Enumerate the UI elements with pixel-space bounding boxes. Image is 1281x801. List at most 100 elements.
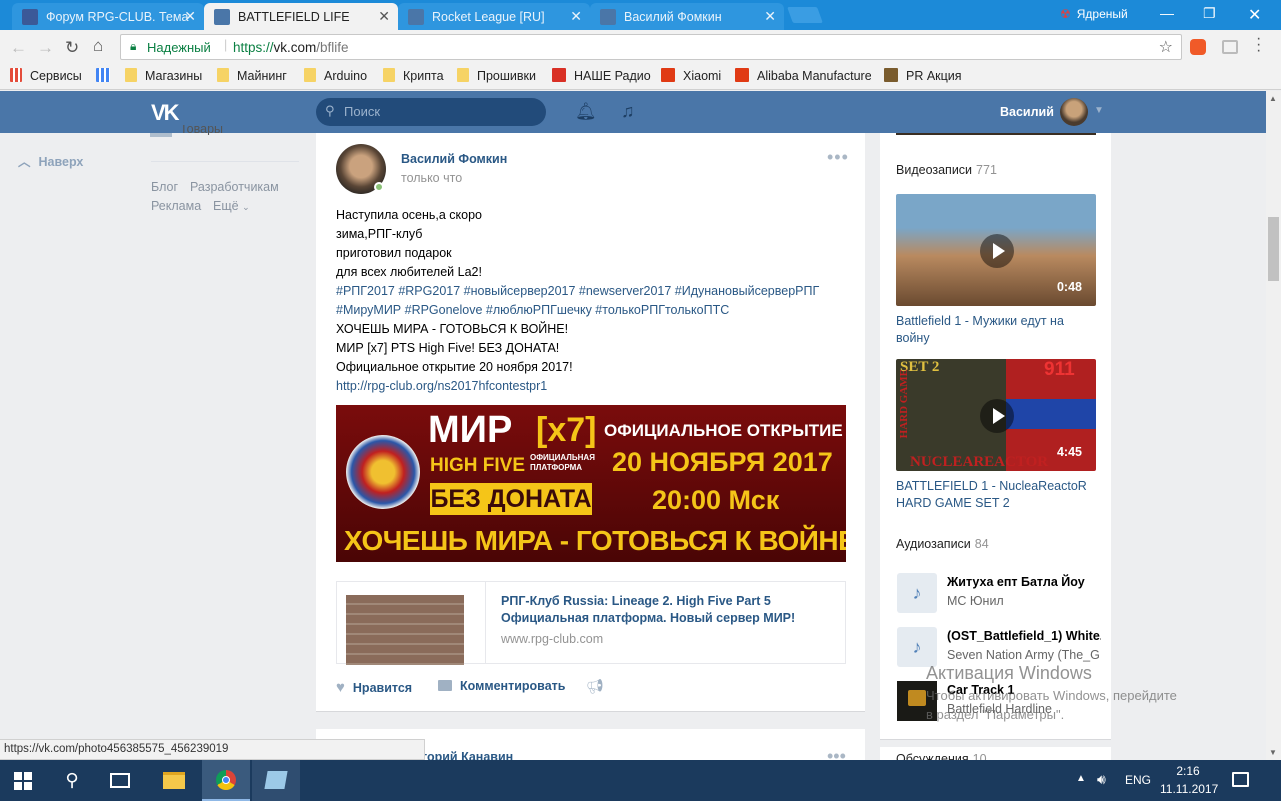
bookmark-nashe-radio[interactable]: НАШЕ Радио — [552, 68, 651, 83]
page-viewport: VK ⚲ Поиск 🔔︎ ♫ Василий ▼ Товары ︿ Наверх… — [0, 91, 1266, 760]
bookmark-arduino[interactable]: Arduino — [304, 68, 367, 83]
video-title[interactable]: BATTLEFIELD 1 - NucleaReactoR HARD GAME … — [896, 478, 1096, 512]
music-note-icon[interactable]: ♪ — [897, 573, 937, 613]
star-icon[interactable]: ☆ — [1159, 37, 1173, 57]
tab-title: BATTLEFIELD LIFE — [238, 10, 350, 24]
new-tab-button[interactable] — [787, 7, 823, 23]
tray-chevron-icon[interactable]: ▲ — [1076, 773, 1086, 784]
window-close-button[interactable]: ✕ — [1248, 5, 1261, 25]
scroll-thumb[interactable] — [1268, 217, 1279, 281]
volume-icon[interactable]: 🔊︎ — [1097, 771, 1106, 788]
music-note-icon[interactable]: ♪ — [897, 627, 937, 667]
banner-time: 20:00 Мск — [652, 485, 780, 515]
sidebar-item-goods-partial[interactable]: Товары — [180, 125, 223, 135]
tab-battlefield-life[interactable]: BATTLEFIELD LIFE ✕ — [204, 3, 398, 30]
address-bar[interactable]: 🔒︎ Надежный | https://vk.com/bflife ☆ — [120, 34, 1182, 60]
footer-link-devs[interactable]: Разработчикам — [190, 180, 279, 194]
chevron-down-icon: ⌄ — [242, 202, 250, 212]
videos-header[interactable]: Видеозаписи 771 — [896, 163, 997, 177]
brave-extension-icon[interactable] — [1190, 39, 1206, 55]
explorer-button[interactable] — [150, 760, 198, 801]
music-icon[interactable]: ♫ — [621, 101, 635, 122]
bookmark-services[interactable]: Сервисы — [10, 68, 82, 83]
tab-rpg-club[interactable]: Форум RPG-CLUB. Тема ✕ — [12, 3, 204, 30]
scroll-down-arrow-icon[interactable]: ▼ — [1269, 748, 1277, 757]
post-banner-image[interactable]: МИР [x7] HIGH FIVE ОФИЦИАЛЬНАЯ ПЛАТФОРМА… — [336, 405, 846, 562]
audio-header[interactable]: Аудиозаписи 84 — [896, 537, 989, 551]
home-button[interactable]: ⌂ — [93, 36, 103, 56]
video-thumbnail[interactable]: SET 2 911 HARD GAME NUCLEAREACTOR 4:45 — [896, 359, 1096, 471]
scroll-up-arrow-icon[interactable]: ▲ — [1269, 94, 1277, 103]
app-taskbar-button[interactable] — [252, 760, 300, 801]
track-artist[interactable]: MC Юнил — [947, 594, 1004, 608]
bookmark-firmware[interactable]: Прошивки — [457, 68, 536, 83]
bookmark-shops[interactable]: Магазины — [125, 68, 202, 83]
track-title[interactable]: (OST_Battlefield_1) White... — [947, 629, 1101, 643]
play-icon[interactable] — [980, 234, 1014, 268]
vk-logo-icon[interactable]: VK — [151, 100, 183, 125]
back-button[interactable]: ← — [10, 38, 27, 58]
video-title[interactable]: Battlefield 1 - Мужики едут на войну — [896, 313, 1096, 347]
more-label: Ещё — [213, 199, 239, 213]
chevron-down-icon[interactable]: ▼ — [1094, 105, 1104, 116]
footer-link-ads[interactable]: Реклама — [151, 199, 201, 213]
start-button[interactable] — [0, 760, 48, 801]
secure-label: Надежный — [147, 40, 211, 55]
avatar[interactable] — [1060, 98, 1088, 126]
reload-button[interactable]: ↻ — [65, 38, 79, 58]
forward-button[interactable]: → — [37, 38, 54, 58]
link-snippet[interactable]: РПГ-Клуб Russia: Lineage 2. High Five Pa… — [336, 581, 846, 665]
chrome-taskbar-button[interactable] — [202, 760, 250, 801]
clock[interactable]: 2:16 11.11.2017 — [1160, 764, 1218, 796]
post-hashtags[interactable]: #РПГ2017 #RPG2017 #новыйсервер2017 #news… — [336, 282, 856, 301]
maximize-button[interactable]: ❐ — [1203, 5, 1216, 22]
tab-vasiliy[interactable]: Василий Фомкин ✕ — [590, 3, 784, 30]
video-thumbnail[interactable]: 0:48 — [896, 194, 1096, 306]
language-indicator[interactable]: ENG — [1125, 773, 1151, 787]
close-icon[interactable]: ✕ — [378, 8, 390, 25]
bookmark-mining[interactable]: Майнинг — [217, 68, 287, 83]
bookmark-grid[interactable] — [96, 68, 118, 83]
snippet-title[interactable]: Официальная платформа. Новый сервер МИР! — [501, 611, 795, 625]
post-link[interactable]: http://rpg-club.org/ns2017hfcontestpr1 — [336, 377, 856, 396]
more-options-icon[interactable]: ••• — [827, 148, 849, 166]
footer-link-more[interactable]: Ещё ⌄ — [213, 199, 250, 213]
bookmark-alibaba[interactable]: Alibaba Manufacture — [735, 68, 871, 83]
track-artist[interactable]: Seven Nation Army (The_Gl — [947, 648, 1099, 662]
post-author[interactable]: Василий Фомкин — [401, 152, 507, 166]
share-icon[interactable]: 📢︎ — [586, 678, 604, 695]
profile-badge[interactable]: ☢ Ядреный — [1060, 7, 1128, 21]
more-options-icon[interactable]: ••• — [827, 747, 846, 760]
post-author[interactable]: торий Канавин — [421, 750, 513, 760]
bookmark-pr[interactable]: PR Акция — [884, 68, 962, 83]
bookmark-label: Alibaba Manufacture — [757, 69, 871, 83]
extension-icon[interactable] — [1222, 40, 1238, 54]
search-icon[interactable]: ⚲ — [48, 760, 96, 801]
discussions-header[interactable]: Обсуждения 10 — [896, 752, 987, 760]
folder-icon — [304, 68, 316, 82]
post-time[interactable]: только что — [401, 171, 462, 185]
footer-link-blog[interactable]: Блог — [151, 180, 178, 194]
notifications-icon[interactable] — [1232, 772, 1249, 787]
tab-rocket-league[interactable]: Rocket League [RU] ✕ — [398, 3, 590, 30]
close-icon[interactable]: ✕ — [764, 8, 776, 25]
snippet-title[interactable]: РПГ-Клуб Russia: Lineage 2. High Five Pa… — [501, 594, 771, 608]
menu-icon[interactable]: · · · — [1256, 31, 1261, 59]
close-icon[interactable]: ✕ — [184, 8, 196, 25]
bookmark-crypto[interactable]: Крипта — [383, 68, 444, 83]
minimize-button[interactable]: — — [1160, 5, 1174, 21]
search-input[interactable]: ⚲ Поиск — [316, 98, 546, 126]
bookmark-xiaomi[interactable]: Xiaomi — [661, 68, 721, 83]
comment-button[interactable]: Комментировать — [438, 679, 565, 693]
scroll-up-link[interactable]: ︿ Наверх — [18, 151, 83, 170]
task-view-button[interactable] — [96, 760, 144, 801]
like-button[interactable]: ♥ Нравится — [336, 679, 412, 696]
snippet-thumbnail — [346, 595, 464, 665]
scrollbar[interactable]: ▲ ▼ — [1266, 91, 1281, 760]
close-icon[interactable]: ✕ — [570, 8, 582, 25]
track-title[interactable]: Житуха епт Батла Йоу — [947, 575, 1085, 589]
play-icon[interactable] — [980, 399, 1014, 433]
post-hashtags[interactable]: #МируМИР #RPGonelove #люблюРПГшечку #тол… — [336, 301, 856, 320]
bell-icon[interactable]: 🔔︎ — [575, 102, 597, 122]
user-name[interactable]: Василий — [1000, 105, 1054, 119]
